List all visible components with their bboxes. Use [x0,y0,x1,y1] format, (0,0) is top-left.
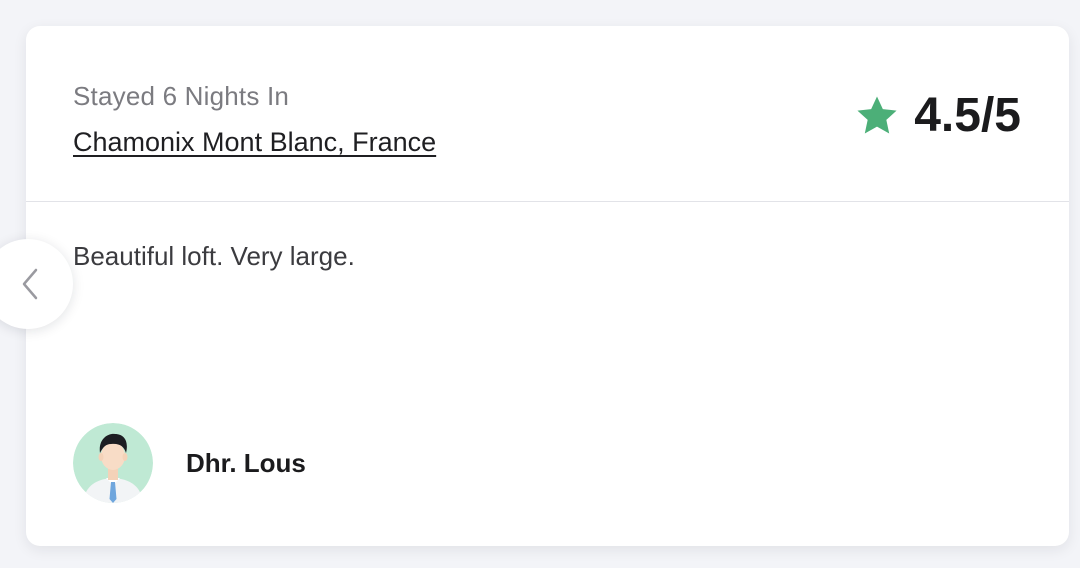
review-header: Stayed 6 Nights In Chamonix Mont Blanc, … [26,26,1069,202]
chevron-left-icon [22,268,38,300]
review-text: Beautiful loft. Very large. [73,241,355,271]
rating: 4.5/5 [854,92,1021,140]
author: Dhr. Lous [73,423,306,503]
star-icon [857,96,897,134]
rating-value: 4.5/5 [914,89,1021,142]
stay-duration-label: Stayed 6 Nights In [73,81,290,111]
review-card: Stayed 6 Nights In Chamonix Mont Blanc, … [26,26,1069,546]
avatar [73,423,153,503]
location-link[interactable]: Chamonix Mont Blanc, France [73,127,436,158]
author-name: Dhr. Lous [186,447,306,478]
